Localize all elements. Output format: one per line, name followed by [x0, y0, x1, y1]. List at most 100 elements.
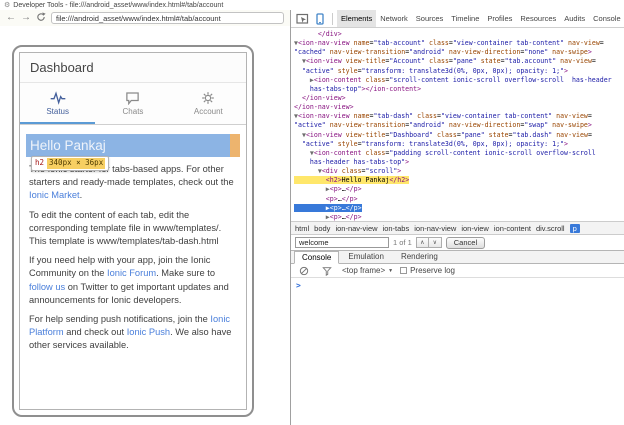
tree-node[interactable]: "active" style="transform: translate3d(0… [294, 67, 624, 76]
console-toolbar: <top frame> ▼ Preserve log [291, 264, 624, 278]
app-tab-label: Account [194, 107, 223, 116]
panel-tab-resources[interactable]: Resources [516, 10, 560, 27]
drawer-tab-rendering[interactable]: Rendering [393, 250, 446, 263]
gear-icon [201, 91, 215, 105]
panel-tab-network[interactable]: Network [376, 10, 412, 27]
back-button[interactable]: ← [6, 13, 16, 23]
filter-icon[interactable] [319, 264, 335, 278]
window-titlebar: ⚙ Developer Tools - file:///android_asse… [0, 0, 624, 10]
app-content: Hello Pankaj h2 340px × 36px The Ionic s… [20, 125, 246, 409]
breadcrumb-ion-content[interactable]: ion-content [494, 224, 531, 233]
address-bar[interactable]: file:///android_asset/www/index.html#/ta… [51, 12, 284, 24]
app-paragraphs: The Ionic starter for tabs-based apps. F… [29, 163, 237, 352]
panel-tab-timeline[interactable]: Timeline [447, 10, 483, 27]
tree-node[interactable]: ▼<ion-view view-title="Account" class="p… [294, 57, 624, 66]
find-input[interactable] [295, 237, 389, 248]
drawer-tabs: ConsoleEmulationRendering [291, 250, 624, 264]
preserve-log-checkbox[interactable] [400, 267, 407, 274]
app-header: Dashboard [20, 53, 246, 83]
address-bar-text: file:///android_asset/www/index.html#/ta… [56, 14, 221, 23]
app-title: Dashboard [30, 60, 94, 75]
tree-node[interactable]: </ion-nav-view> [294, 103, 624, 112]
console-area[interactable]: > [291, 278, 624, 425]
breadcrumb-p[interactable]: p [570, 224, 580, 233]
clear-console-icon[interactable] [296, 264, 312, 278]
device-mode-icon[interactable] [312, 12, 328, 26]
breadcrumb-body[interactable]: body [314, 224, 330, 233]
breadcrumb-ion-nav-view[interactable]: ion-nav-view [414, 224, 456, 233]
tree-node[interactable]: <p>…</p> [294, 195, 624, 204]
panel-tabs: ElementsNetworkSourcesTimelineProfilesRe… [337, 10, 621, 27]
inspect-tooltip-dimensions: 340px × 36px [47, 158, 105, 169]
inspected-heading-highlight: Hello Pankaj [26, 134, 240, 157]
chevron-down-icon: ▼ [388, 268, 393, 274]
inspect-element-icon[interactable] [294, 12, 310, 26]
app-tab-account[interactable]: Account [171, 83, 246, 124]
tree-node[interactable]: has-tabs-top"></ion-content> [294, 85, 624, 94]
link-ionic-forum[interactable]: Ionic Forum [107, 268, 156, 278]
find-bar: 1 of 1 ∧ ∨ Cancel [291, 234, 624, 250]
app-tabbar: StatusChats Account [20, 83, 246, 125]
drawer-tab-console[interactable]: Console [294, 251, 339, 264]
tree-node-selected[interactable]: ▶<p>…</p> [294, 204, 624, 213]
app-tab-status[interactable]: Status [20, 83, 95, 124]
device-frame: Dashboard StatusChats Account Hello Panka… [12, 45, 254, 417]
link-ionic-market[interactable]: Ionic Market [29, 190, 80, 200]
app-paragraph-4: For help sending push notifications, joi… [29, 313, 237, 353]
breadcrumb-bar: html body ion-nav-view ion-tabs ion-nav-view… [291, 221, 624, 234]
reload-button[interactable] [36, 12, 46, 25]
drawer-tab-emulation[interactable]: Emulation [340, 250, 392, 263]
tree-node[interactable]: ▼<ion-view view-title="Dashboard" class=… [294, 131, 624, 140]
tree-node[interactable]: ▶<p>…</p> [294, 213, 624, 221]
toolbar-separator [332, 13, 333, 25]
breadcrumb-div-scroll[interactable]: div.scroll [536, 224, 565, 233]
panel-tab-profiles[interactable]: Profiles [483, 10, 516, 27]
breadcrumb-html[interactable]: html [295, 224, 309, 233]
find-match-count: 1 of 1 [393, 238, 412, 247]
link-ionic-push[interactable]: Ionic Push [127, 327, 170, 337]
preserve-log-label: Preserve log [410, 266, 455, 275]
inspect-tooltip: h2 340px × 36px [31, 156, 109, 171]
panel-tab-console[interactable]: Console [589, 10, 621, 27]
tree-node[interactable]: "active" nav-view-transition="android" n… [294, 121, 624, 130]
find-step-buttons: ∧ ∨ [416, 237, 442, 248]
panel-tab-audits[interactable]: Audits [560, 10, 589, 27]
main-area: ← → file:///android_asset/www/index.html… [0, 10, 624, 425]
chat-icon [125, 91, 140, 105]
frame-context-select[interactable]: <top frame> ▼ [342, 266, 393, 275]
tree-node[interactable]: ▼<ion-content class="padding scroll-cont… [294, 149, 624, 158]
tree-node[interactable]: </div> [294, 30, 624, 39]
page-viewport: Dashboard StatusChats Account Hello Panka… [0, 26, 290, 425]
tree-node[interactable]: has-header has-tabs-top"> [294, 158, 624, 167]
find-previous-button[interactable]: ∧ [416, 237, 429, 248]
tree-node[interactable]: "active" style="transform: translate3d(0… [294, 140, 624, 149]
tree-node[interactable]: ▶<p>…</p> [294, 185, 624, 194]
tree-node[interactable]: ▼<div class="scroll"> [294, 167, 624, 176]
tree-node[interactable]: ▼<ion-nav-view name="tab-dash" class="vi… [294, 112, 624, 121]
tree-node-search-match[interactable]: <h2>Hello Pankaj</h2> [294, 176, 624, 185]
app-heading: Hello Pankaj [26, 136, 106, 155]
device-screen: Dashboard StatusChats Account Hello Panka… [19, 52, 247, 410]
find-next-button[interactable]: ∨ [429, 237, 442, 248]
devtools-pane: ElementsNetworkSourcesTimelineProfilesRe… [290, 10, 624, 425]
panel-tab-elements[interactable]: Elements [337, 10, 376, 27]
app-paragraph-3: If you need help with your app, join the… [29, 254, 237, 307]
margin-highlight [230, 134, 240, 157]
tree-node[interactable]: </ion-view> [294, 94, 624, 103]
window-title: Developer Tools - file:///android_asset/… [13, 2, 223, 9]
breadcrumb-ion-tabs[interactable]: ion-tabs [383, 224, 410, 233]
preserve-log-option: Preserve log [400, 266, 455, 275]
breadcrumb-ion-nav-view[interactable]: ion-nav-view [335, 224, 377, 233]
inspect-tooltip-tag: h2 [35, 158, 44, 169]
find-cancel-button[interactable]: Cancel [446, 237, 485, 249]
forward-button[interactable]: → [21, 13, 31, 23]
devtools-toolbar: ElementsNetworkSourcesTimelineProfilesRe… [291, 10, 624, 28]
frame-context-label: <top frame> [342, 266, 385, 275]
panel-tab-sources[interactable]: Sources [412, 10, 448, 27]
tree-node[interactable]: "cached" nav-view-transition="android" n… [294, 48, 624, 57]
tree-node[interactable]: ▶<ion-content class="scroll-content ioni… [294, 76, 624, 85]
breadcrumb-ion-view[interactable]: ion-view [461, 224, 489, 233]
link-follow-us[interactable]: follow us [29, 282, 65, 292]
app-tab-chats[interactable]: Chats [95, 83, 170, 124]
tree-node[interactable]: ▼<ion-nav-view name="tab-account" class=… [294, 39, 624, 48]
